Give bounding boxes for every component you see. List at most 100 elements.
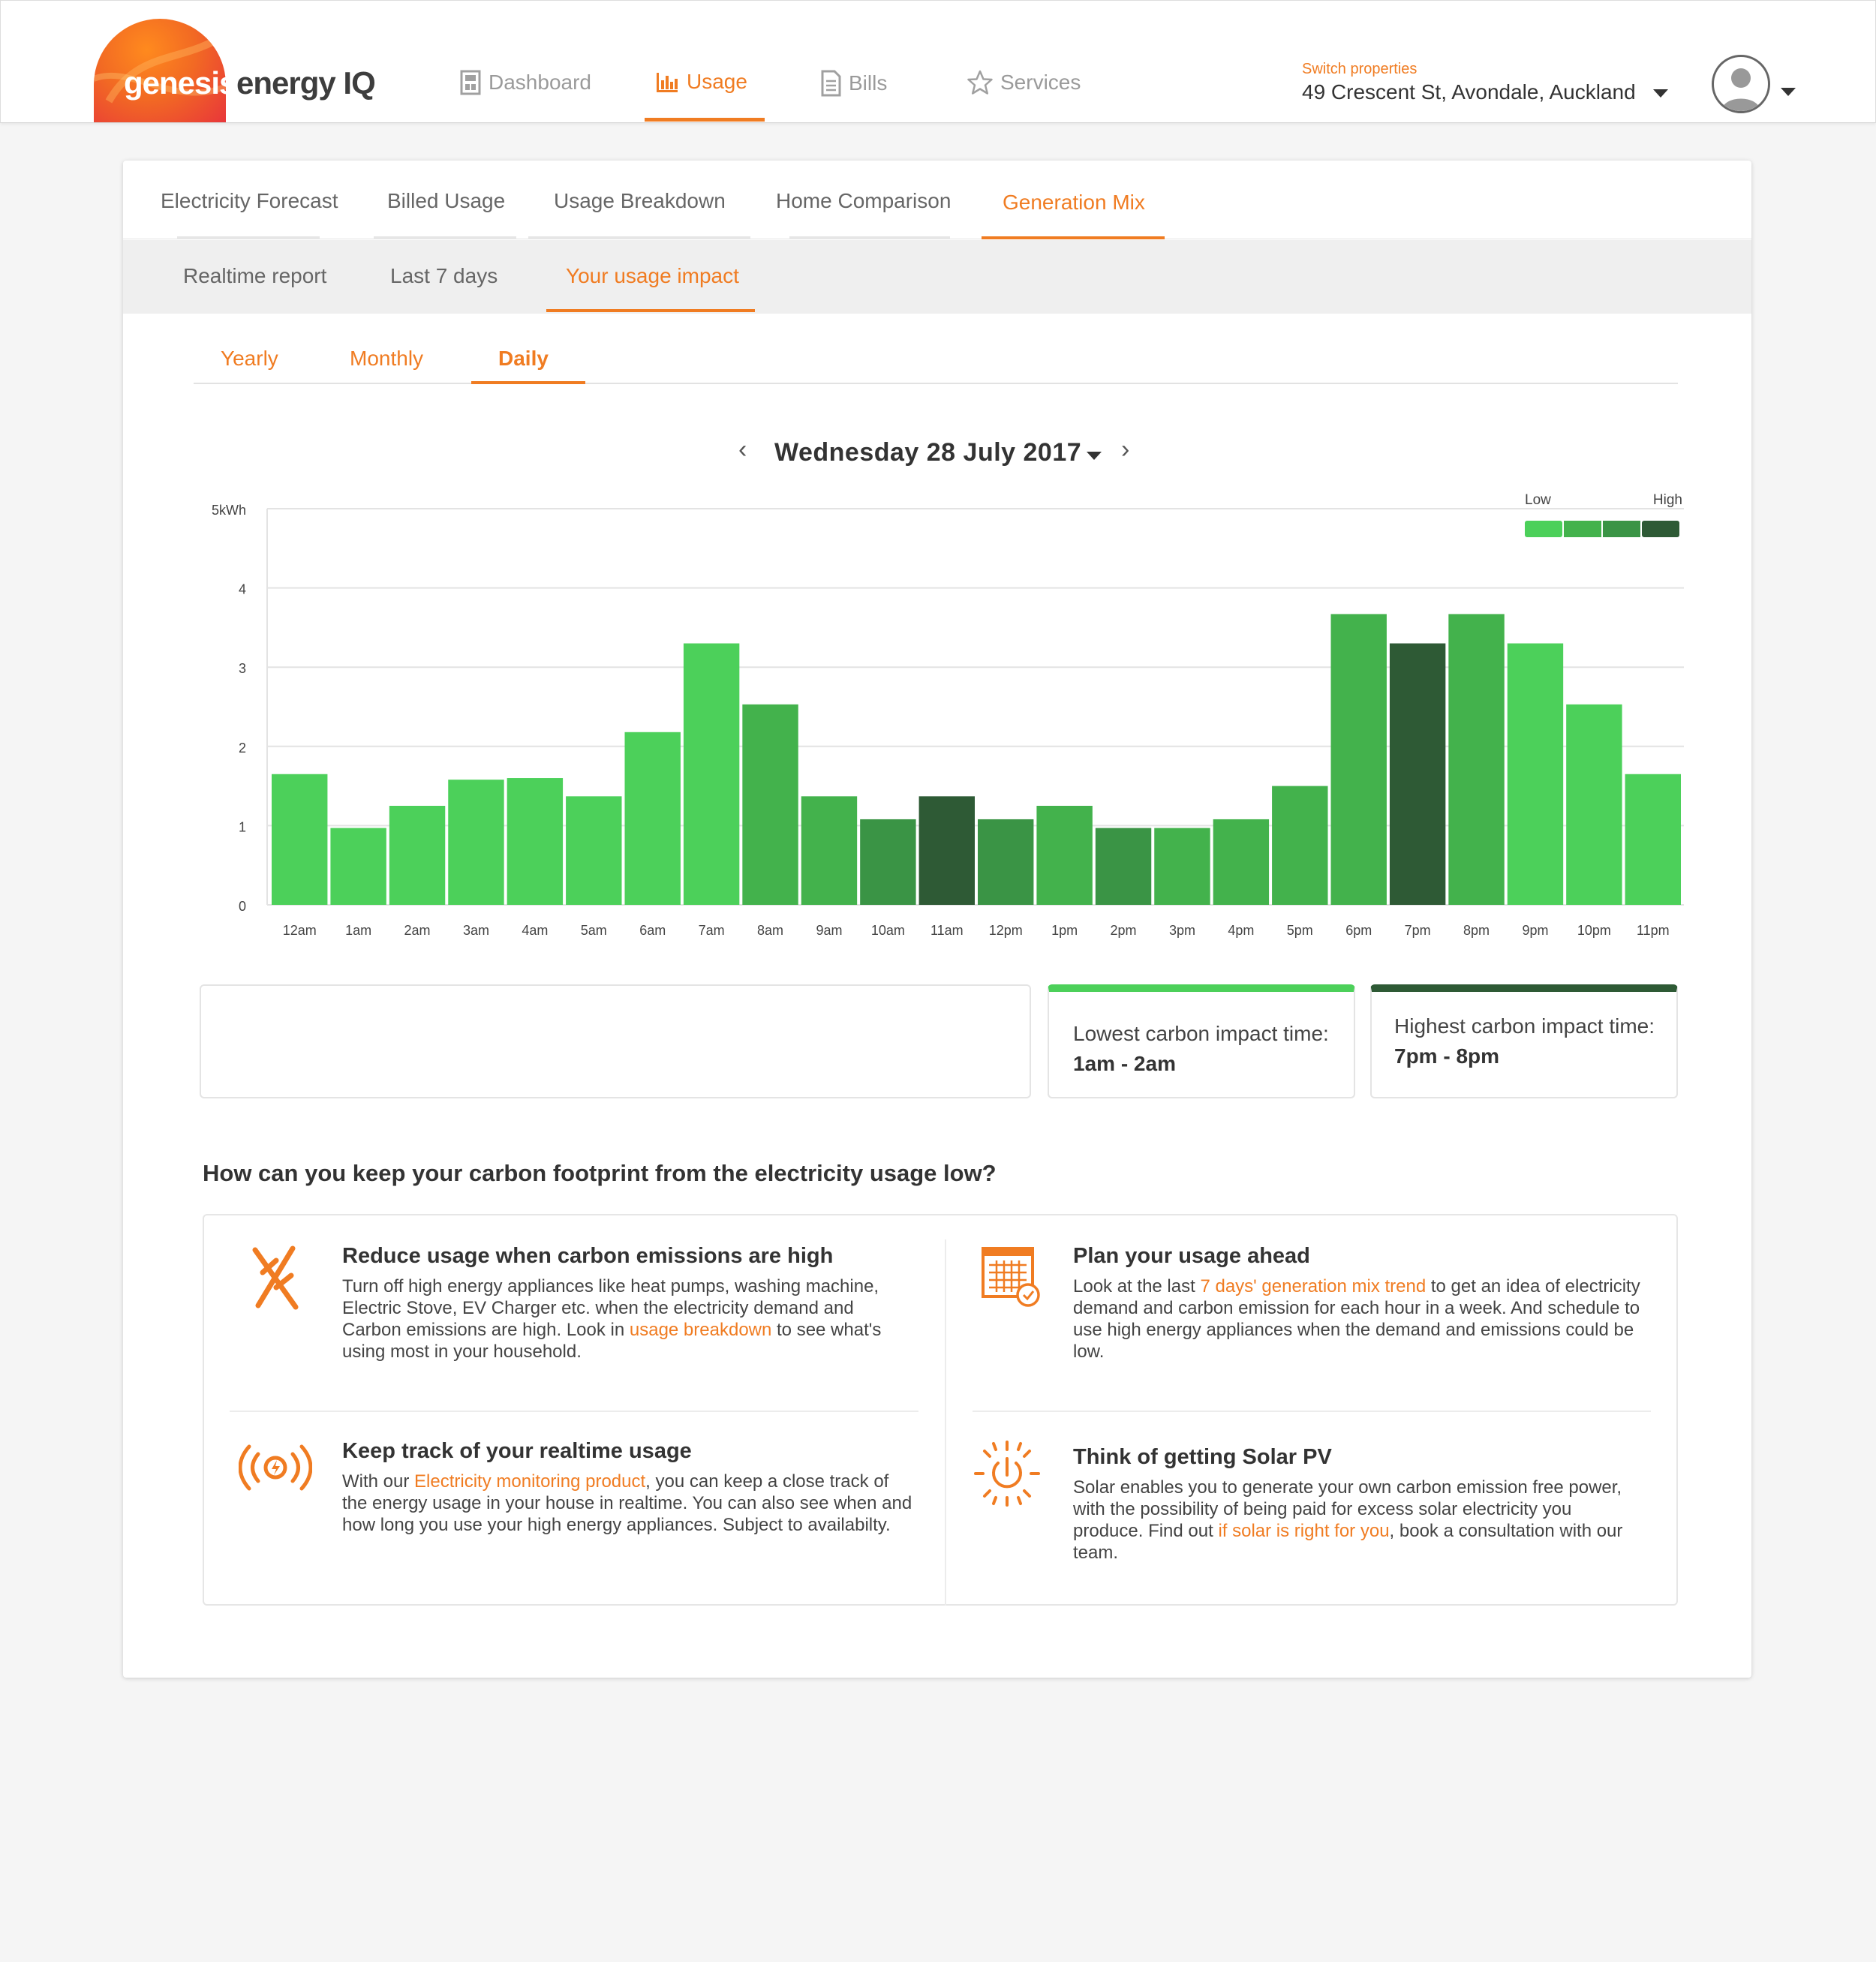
x-tick-label: 3am: [463, 923, 489, 938]
x-tick-label: 3pm: [1169, 923, 1195, 938]
legend-swatch: [1603, 521, 1640, 537]
bar-6pm: [1330, 614, 1387, 905]
tip-text-part: With our: [342, 1471, 415, 1492]
bar-7am: [683, 643, 740, 905]
x-tick-label: 8pm: [1463, 923, 1490, 938]
highest-carbon-title: Highest carbon impact time:: [1394, 1014, 1655, 1038]
bar-10am: [860, 819, 916, 905]
switch-properties-label: Switch properties: [1302, 61, 1418, 77]
y-tick-label: 5kWh: [212, 503, 246, 518]
x-tick-label: 4am: [522, 923, 548, 938]
legend-swatch: [1525, 521, 1562, 537]
bar-11am: [918, 796, 975, 905]
x-tick-label: 6am: [639, 923, 666, 938]
tip-text: Solar enables you to generate your own c…: [1073, 1477, 1643, 1564]
bar-4pm: [1213, 819, 1270, 905]
x-tick-label: 7pm: [1405, 923, 1431, 938]
bar-3pm: [1154, 828, 1210, 905]
x-tick-label: 1am: [345, 923, 371, 938]
y-tick-label: 0: [239, 899, 246, 914]
x-tick-label: 4pm: [1228, 923, 1254, 938]
bar-5am: [566, 796, 622, 905]
realtime-signal-icon: [239, 1444, 312, 1491]
x-tick-label: 12pm: [989, 923, 1023, 938]
legend-swatch: [1642, 521, 1679, 537]
tip-title: Plan your usage ahead: [1073, 1244, 1310, 1268]
plug-off-icon: [252, 1245, 299, 1310]
nav-services-label: Services: [1000, 71, 1081, 94]
x-tick-label: 8am: [757, 923, 783, 938]
x-tick-label: 11pm: [1637, 923, 1670, 938]
legend-swatch: [1564, 521, 1601, 537]
user-silhouette-icon: [1721, 68, 1760, 111]
y-tick-label: 1: [239, 819, 246, 834]
lowest-carbon-box: Lowest carbon impact time: 1am - 2am: [1048, 984, 1355, 1098]
bar-9pm: [1507, 643, 1564, 905]
bar-3am: [448, 780, 504, 905]
tip-title: Reduce usage when carbon emissions are h…: [342, 1244, 834, 1268]
x-tick-label: 5pm: [1287, 923, 1313, 938]
bar-9am: [801, 796, 858, 905]
x-tick-label: 5am: [581, 923, 607, 938]
bar-1pm: [1036, 806, 1093, 905]
tips-heading: How can you keep your carbon footprint f…: [203, 1160, 997, 1186]
bar-8am: [742, 704, 798, 905]
nav-services[interactable]: Services: [967, 70, 1081, 95]
tips-vertical-divider: [945, 1239, 946, 1606]
nav-bills[interactable]: Bills: [820, 70, 887, 97]
bar-2pm: [1095, 828, 1152, 905]
chevron-down-icon[interactable]: [1653, 89, 1668, 98]
nav-usage[interactable]: Usage: [655, 70, 747, 94]
electricity-monitoring-link[interactable]: Electricity monitoring product: [414, 1471, 645, 1492]
solar-right-for-you-link[interactable]: if solar is right for you: [1218, 1521, 1389, 1541]
x-tick-label: 1pm: [1051, 923, 1078, 938]
x-tick-label: 9am: [816, 923, 842, 938]
hourly-usage-bar-chart: 5kWh 4 3 2 1 0 12am 1am 2am 3am 4am 5am 6am 7am 8am 9am…: [212, 492, 1684, 938]
solar-power-icon: [974, 1441, 1040, 1507]
calendar-clock-icon: [982, 1247, 1040, 1307]
tips-divider-left: [230, 1411, 918, 1412]
nav-bills-label: Bills: [849, 71, 888, 95]
bar-8pm: [1448, 614, 1505, 905]
top-navigation-bar: genesis energy IQ Dashboard Usage Bills: [0, 0, 1876, 123]
lowest-carbon-title: Lowest carbon impact time:: [1073, 1022, 1329, 1045]
nav-usage-label: Usage: [687, 70, 747, 93]
account-menu-chevron-down-icon[interactable]: [1781, 88, 1796, 96]
tip-text-part: Look at the last: [1073, 1276, 1201, 1296]
lowest-carbon-value: 1am - 2am: [1073, 1052, 1176, 1075]
nav-dashboard[interactable]: Dashboard: [460, 70, 591, 95]
x-tick-label: 10pm: [1577, 923, 1611, 938]
tips-divider-right: [973, 1411, 1651, 1412]
x-tick-label: 11am: [930, 923, 964, 938]
empty-info-panel: [200, 984, 1031, 1098]
tip-text: With our Electricity monitoring product,…: [342, 1471, 912, 1536]
highest-carbon-value: 7pm - 8pm: [1394, 1044, 1500, 1068]
bar-12am: [272, 774, 328, 905]
nav-dashboard-label: Dashboard: [489, 71, 591, 94]
generation-mix-trend-link[interactable]: 7 days' generation mix trend: [1200, 1276, 1426, 1296]
y-tick-label: 4: [239, 582, 246, 597]
property-address-dropdown[interactable]: 49 Crescent St, Avondale, Auckland: [1302, 80, 1636, 104]
tip-text: Look at the last 7 days' generation mix …: [1073, 1275, 1643, 1363]
bar-1am: [330, 828, 386, 905]
bar-6am: [624, 732, 681, 905]
avatar[interactable]: [1712, 55, 1770, 113]
bar-5pm: [1272, 786, 1328, 905]
highest-carbon-box: Highest carbon impact time: 7pm - 8pm: [1370, 984, 1678, 1098]
bar-2am: [389, 806, 446, 905]
bar-10pm: [1566, 704, 1622, 905]
tips-panel: Reduce usage when carbon emissions are h…: [203, 1214, 1678, 1606]
x-tick-label: 6pm: [1345, 923, 1372, 938]
tip-title: Keep track of your realtime usage: [342, 1439, 692, 1463]
bar-4am: [507, 778, 564, 905]
legend-high-label: High: [1653, 492, 1682, 508]
logo-energy-iq-text: energy IQ: [236, 65, 376, 101]
star-icon: [967, 70, 993, 95]
usage-breakdown-link[interactable]: usage breakdown: [630, 1320, 771, 1340]
x-tick-label: 2am: [404, 923, 431, 938]
bar-7pm: [1389, 643, 1446, 905]
tip-title: Think of getting Solar PV: [1073, 1445, 1332, 1469]
x-tick-label: 9pm: [1522, 923, 1548, 938]
bar-12pm: [978, 819, 1034, 905]
x-tick-label: 12am: [283, 923, 317, 938]
